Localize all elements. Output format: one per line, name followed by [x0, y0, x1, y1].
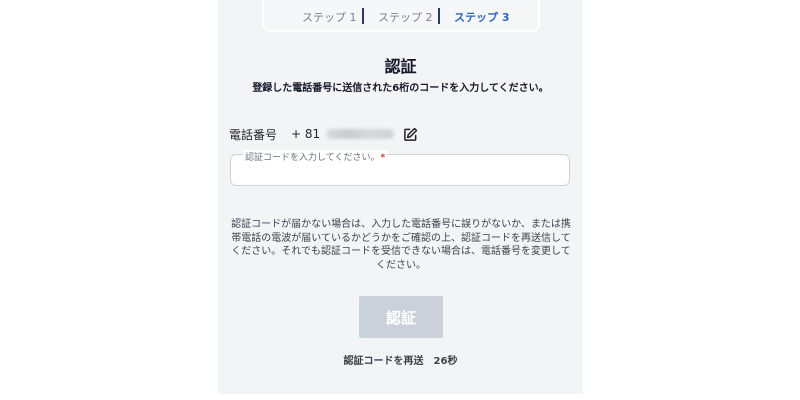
phone-number-row: 電話番号 + 81 [229, 126, 418, 142]
step-2: ステップ 2 [378, 11, 433, 24]
step-indicator: ステップ 1 ステップ 2 ステップ 3 [262, 0, 540, 32]
edit-phone-button[interactable] [402, 126, 418, 142]
verification-code-input[interactable] [241, 163, 563, 181]
step-divider [438, 8, 440, 24]
step-divider [362, 8, 364, 24]
resend-countdown: 26秒 [433, 356, 458, 367]
help-notice: 認証コードが届かない場合は、入力した電話番号に誤りがないか、または携帯電話の電波… [231, 219, 571, 271]
verification-panel: ステップ 1 ステップ 2 ステップ 3 認証 登録した電話番号に送信された6桁… [218, 0, 583, 394]
verification-code-field[interactable]: 認証コードを入力してください。* [230, 150, 570, 186]
step-3-current: ステップ 3 [454, 11, 510, 24]
page-subtitle: 登録した電話番号に送信された6桁のコードを入力してください。 [252, 83, 549, 94]
verification-code-label: 認証コードを入力してください。* [243, 150, 388, 163]
verify-submit-button[interactable]: 認証 [359, 296, 443, 338]
edit-icon [403, 127, 417, 141]
step-1: ステップ 1 [302, 11, 357, 24]
masked-phone-number [326, 129, 395, 139]
resend-row: 認証コードを再送 26秒 [218, 352, 583, 367]
page-title: 認証 [384, 57, 417, 76]
phone-label: 電話番号 [229, 127, 278, 142]
resend-code-link[interactable]: 認証コードを再送 [344, 356, 424, 367]
required-mark: * [380, 153, 386, 163]
phone-country-code: + 81 [291, 127, 321, 141]
